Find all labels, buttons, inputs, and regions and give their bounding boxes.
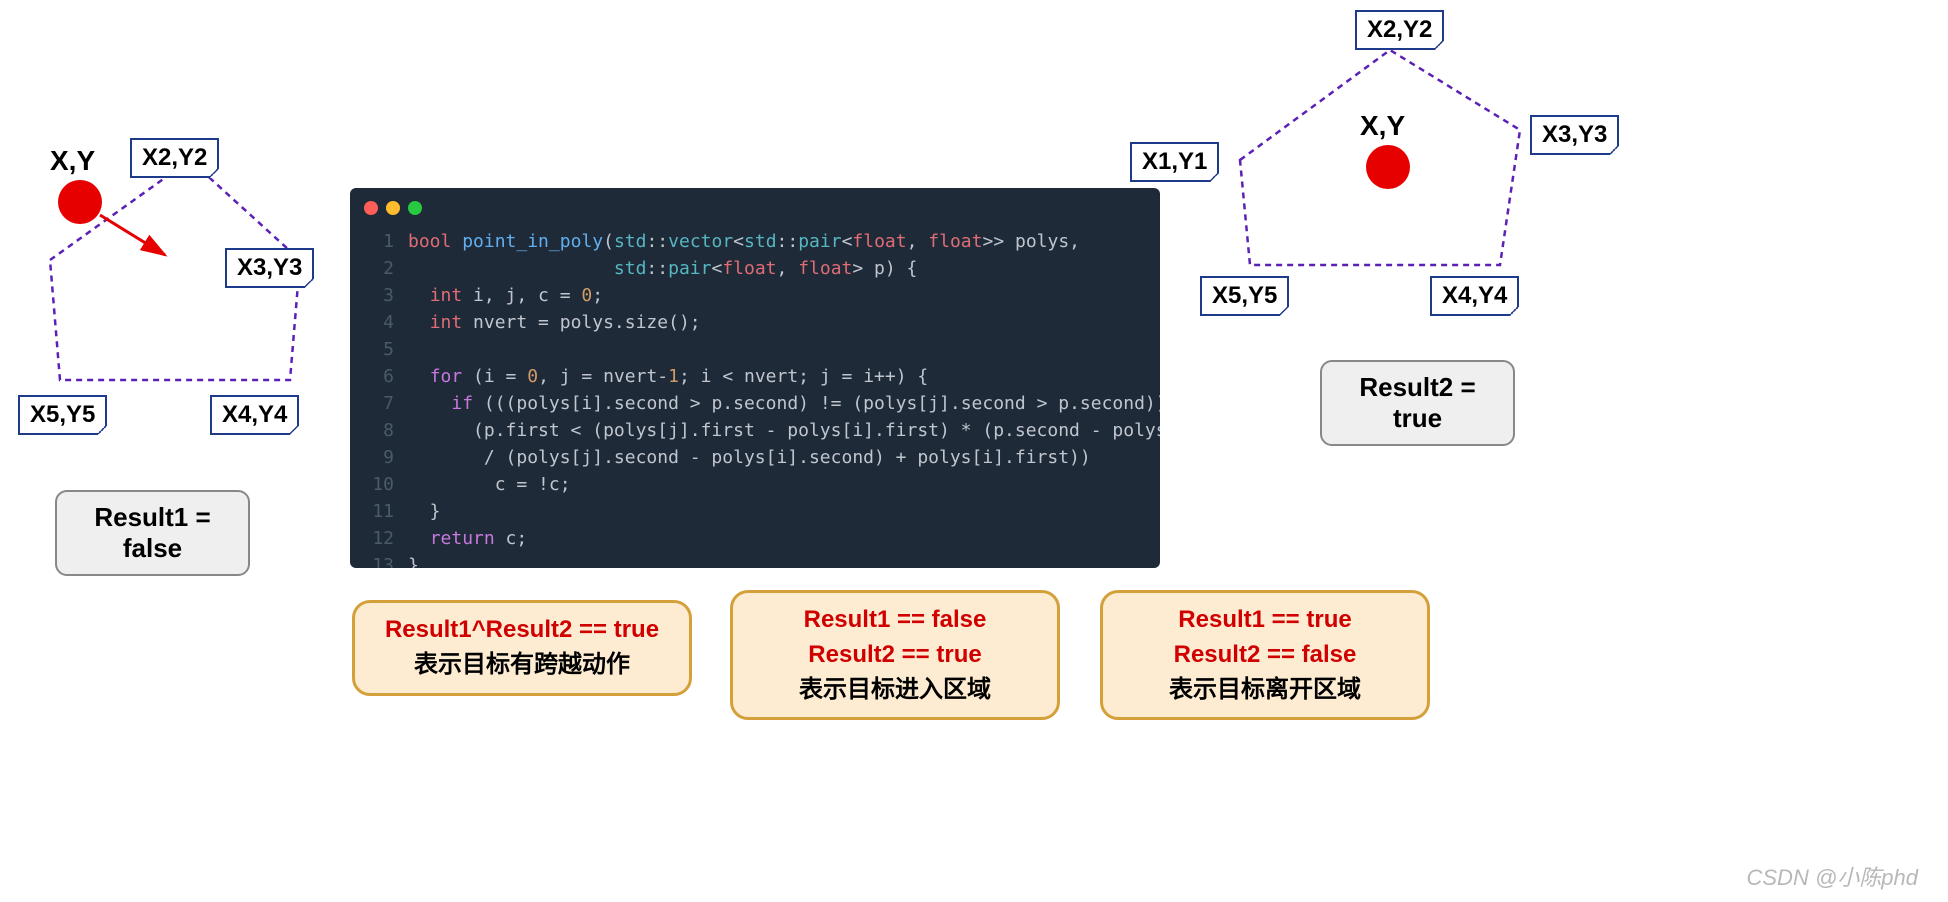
watermark: CSDN @小陈phd bbox=[1747, 860, 1919, 892]
right-p5: X5,Y5 bbox=[1200, 276, 1289, 316]
left-p4: X4,Y4 bbox=[210, 395, 299, 435]
left-arrow bbox=[75, 195, 185, 275]
right-xy-label: X,Y bbox=[1360, 110, 1405, 142]
right-p2: X2,Y2 bbox=[1355, 10, 1444, 50]
b2-l2: Result2 == true bbox=[755, 638, 1035, 673]
b1-desc: 表示目标有跨越动作 bbox=[377, 648, 667, 683]
editor-header bbox=[350, 188, 1160, 228]
maximize-icon bbox=[408, 201, 422, 215]
left-p2: X2,Y2 bbox=[130, 138, 219, 178]
right-p1: X1,Y1 bbox=[1130, 142, 1219, 182]
bottom-box-2: Result1 == false Result2 == true 表示目标进入区… bbox=[730, 590, 1060, 720]
left-p5: X5,Y5 bbox=[18, 395, 107, 435]
b2-l1: Result1 == false bbox=[755, 603, 1035, 638]
code-body: 1bool point_in_poly(std::vector<std::pai… bbox=[350, 228, 1160, 568]
b2-desc: 表示目标进入区域 bbox=[755, 673, 1035, 708]
bottom-box-3: Result1 == true Result2 == false 表示目标离开区… bbox=[1100, 590, 1430, 720]
bottom-box-1: Result1^Result2 == true 表示目标有跨越动作 bbox=[352, 600, 692, 696]
b1-title: Result1^Result2 == true bbox=[377, 613, 667, 648]
result1-l1: Result1 = bbox=[71, 502, 234, 533]
result1-l2: false bbox=[71, 533, 234, 564]
result2-l2: true bbox=[1336, 403, 1499, 434]
result1-box: Result1 = false bbox=[55, 490, 250, 576]
left-xy-label: X,Y bbox=[50, 145, 95, 177]
code-editor: 1bool point_in_poly(std::vector<std::pai… bbox=[350, 188, 1160, 568]
right-p3: X3,Y3 bbox=[1530, 115, 1619, 155]
right-dot bbox=[1366, 145, 1410, 189]
right-p4: X4,Y4 bbox=[1430, 276, 1519, 316]
left-p3: X3,Y3 bbox=[225, 248, 314, 288]
b3-l1: Result1 == true bbox=[1125, 603, 1405, 638]
b3-l2: Result2 == false bbox=[1125, 638, 1405, 673]
result2-box: Result2 = true bbox=[1320, 360, 1515, 446]
close-icon bbox=[364, 201, 378, 215]
result2-l1: Result2 = bbox=[1336, 372, 1499, 403]
minimize-icon bbox=[386, 201, 400, 215]
b3-desc: 表示目标离开区域 bbox=[1125, 673, 1405, 708]
